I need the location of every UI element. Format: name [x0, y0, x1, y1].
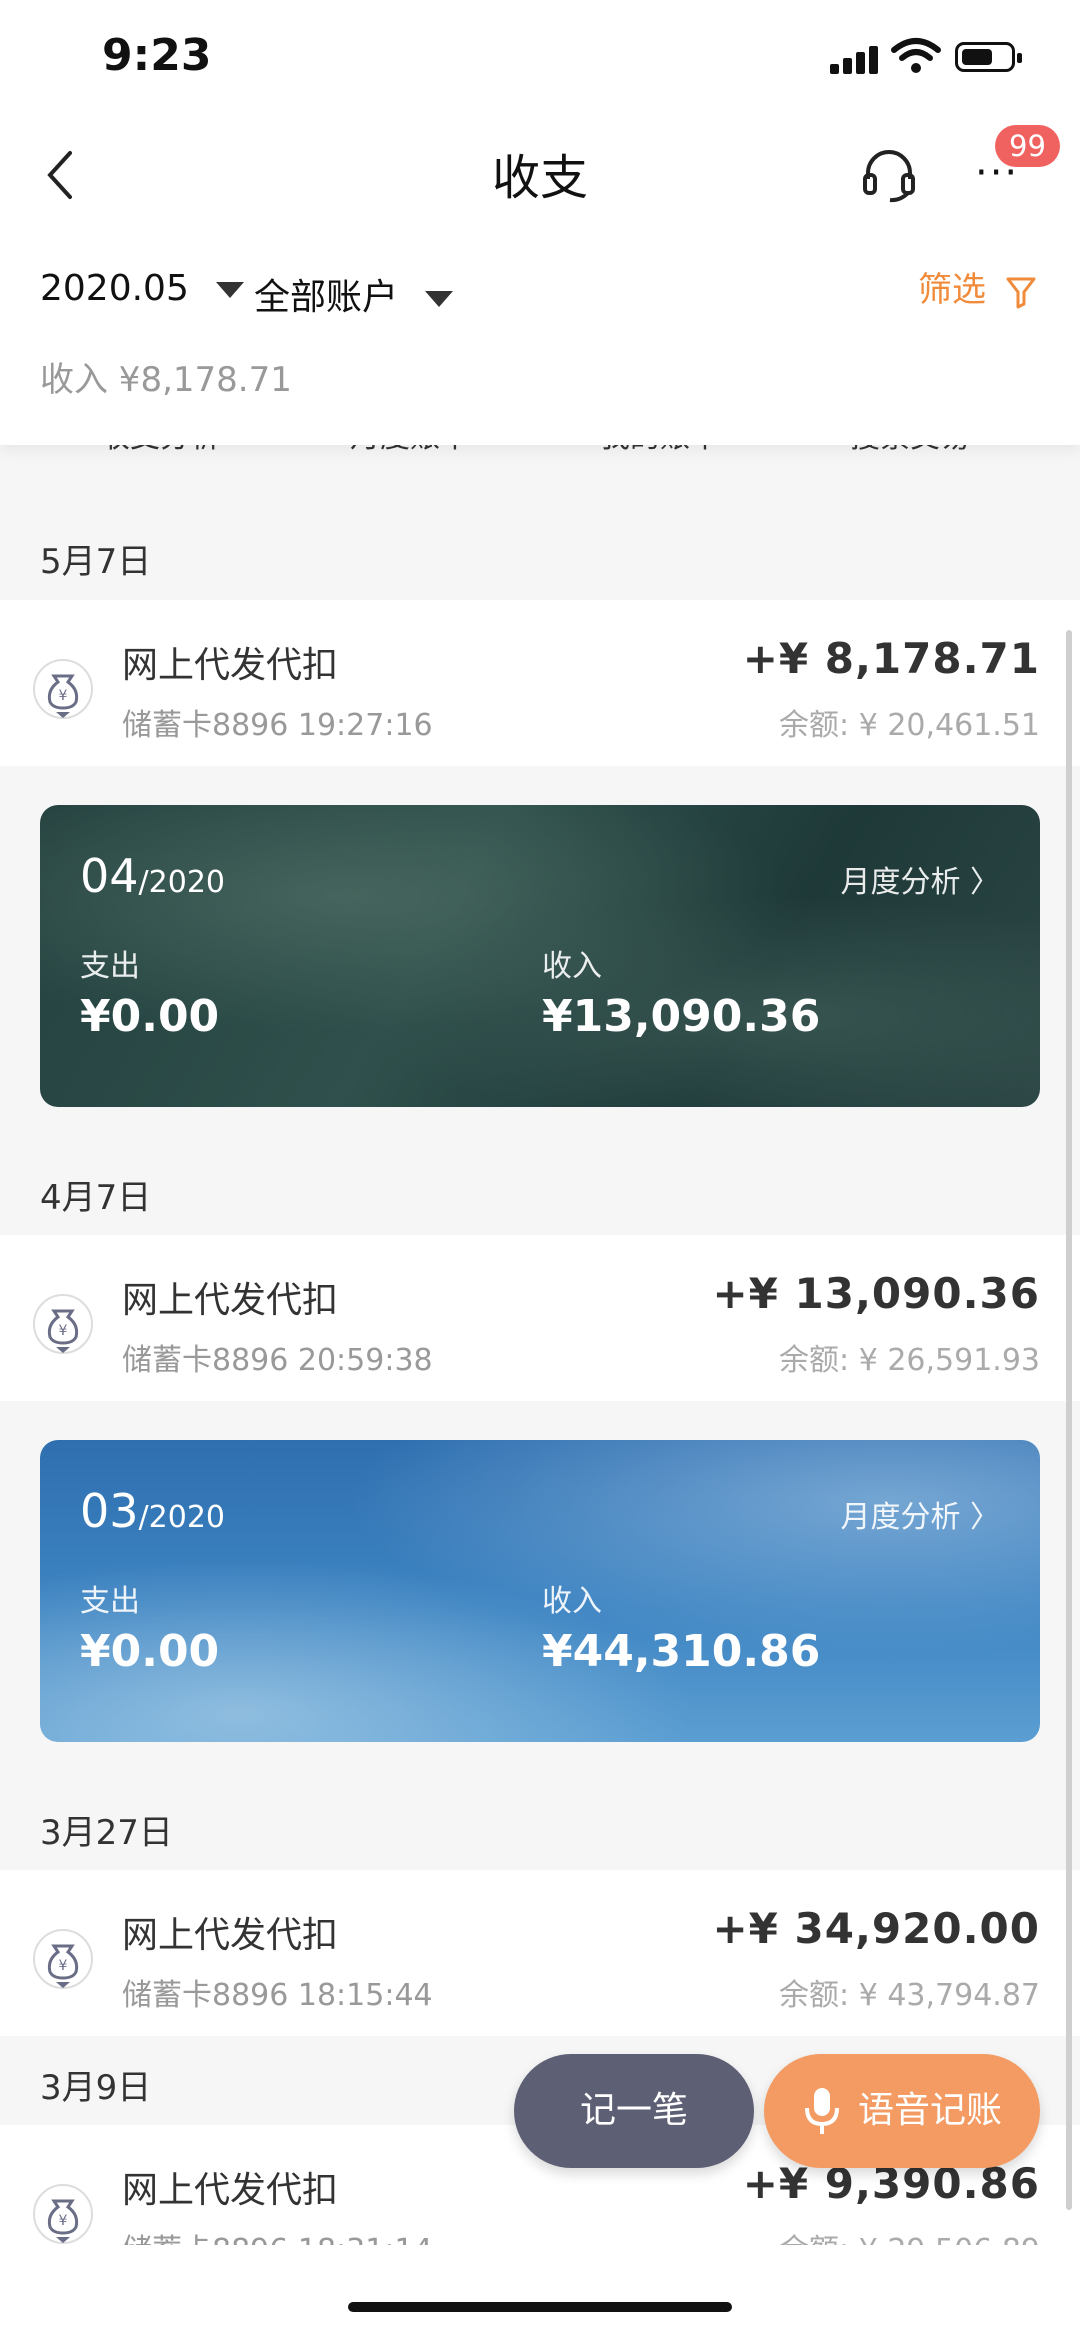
transaction-balance: 余额: ¥ 43,794.87 [779, 1978, 1040, 2013]
date-header: 5月7日 [40, 542, 152, 582]
page-title: 收支 [491, 150, 588, 206]
month-card-april[interactable]: 04/2020 月度分析 〉 支出 ¥0.00 收入 ¥13,090.36 [40, 805, 1040, 1107]
chevron-right-icon: 〉 [970, 865, 1000, 900]
income-value: ¥44,310.86 [542, 1626, 821, 1677]
transaction-row[interactable]: ¥ 网上代发代扣 储蓄卡8896 19:27:16 +¥ 8,178.71 余额… [0, 600, 1080, 766]
income-label: 收入 [542, 949, 602, 984]
money-bag-icon: ¥ [33, 1929, 93, 1989]
top-header: 9:23 收支 ··· 99 2020.05 全部账户 筛选 收入 ¥8,178… [0, 0, 1080, 445]
bottom-safe-area [0, 2245, 1080, 2337]
home-indicator [348, 2302, 732, 2312]
income-summary: 收入 ¥8,178.71 [40, 360, 292, 400]
transaction-amount: +¥ 13,090.36 [712, 1269, 1040, 1318]
date-header: 4月7日 [40, 1178, 152, 1218]
month-card-march[interactable]: 03/2020 月度分析 〉 支出 ¥0.00 收入 ¥44,310.86 [40, 1440, 1040, 1742]
battery-icon [955, 42, 1022, 72]
voice-record-button[interactable]: 语音记账 [764, 2054, 1040, 2168]
account-selector[interactable]: 全部账户 [254, 268, 454, 320]
dropdown-icon [216, 282, 245, 298]
transaction-amount: +¥ 34,920.00 [712, 1904, 1040, 1953]
signal-icon [830, 44, 880, 74]
expense-label: 支出 [80, 949, 140, 984]
transaction-meta: 储蓄卡8896 20:59:38 [122, 1343, 433, 1378]
account-label: 全部账户 [254, 277, 399, 318]
date-header: 3月27日 [40, 1813, 173, 1853]
money-bag-icon: ¥ [33, 2184, 93, 2244]
card-month: 03/2020 [80, 1484, 226, 1538]
monthly-analysis-link[interactable]: 月度分析 〉 [840, 857, 1000, 901]
transaction-name: 网上代发代扣 [122, 2170, 339, 2211]
transaction-meta: 储蓄卡8896 19:27:16 [122, 708, 433, 743]
wifi-icon [891, 38, 941, 73]
transaction-row[interactable]: ¥ 网上代发代扣 储蓄卡8896 18:15:44 +¥ 34,920.00 余… [0, 1870, 1080, 2036]
filter-icon [1006, 277, 1036, 308]
transaction-meta: 储蓄卡8896 18:15:44 [122, 1978, 433, 2013]
filter-label: 筛选 [918, 270, 986, 310]
income-label: 收入 [542, 1584, 602, 1619]
income-value: ¥13,090.36 [542, 991, 821, 1042]
svg-text:¥: ¥ [59, 688, 68, 704]
dropdown-icon [425, 291, 454, 307]
transaction-balance: 余额: ¥ 26,591.93 [779, 1343, 1040, 1378]
svg-text:¥: ¥ [59, 1323, 68, 1339]
headset-icon[interactable] [860, 145, 918, 203]
money-bag-icon: ¥ [33, 1294, 93, 1354]
transaction-name: 网上代发代扣 [122, 1280, 339, 1321]
svg-text:¥: ¥ [59, 2213, 68, 2229]
transaction-row[interactable]: ¥ 网上代发代扣 储蓄卡8896 20:59:38 +¥ 13,090.36 余… [0, 1235, 1080, 1401]
notification-badge: 99 [995, 125, 1060, 167]
date-header: 3月9日 [40, 2068, 152, 2108]
month-label: 2020.05 [40, 268, 189, 309]
transaction-name: 网上代发代扣 [122, 645, 339, 686]
card-month: 04/2020 [80, 849, 226, 903]
expense-label: 支出 [80, 1584, 140, 1619]
monthly-analysis-link[interactable]: 月度分析 〉 [840, 1492, 1000, 1536]
status-time: 9:23 [102, 30, 212, 81]
transaction-amount: +¥ 8,178.71 [742, 634, 1040, 683]
transaction-name: 网上代发代扣 [122, 1915, 339, 1956]
svg-text:¥: ¥ [59, 1958, 68, 1974]
mic-icon [805, 2088, 839, 2134]
transaction-balance: 余额: ¥ 20,461.51 [779, 708, 1040, 743]
voice-record-label: 语音记账 [858, 2090, 1003, 2131]
month-selector[interactable]: 2020.05 [40, 268, 245, 309]
filter-button[interactable]: 筛选 [918, 262, 1037, 311]
chevron-right-icon: 〉 [970, 1500, 1000, 1535]
expense-value: ¥0.00 [80, 1626, 220, 1677]
expense-value: ¥0.00 [80, 991, 220, 1042]
add-record-button[interactable]: 记一笔 [514, 2054, 754, 2168]
money-bag-icon: ¥ [33, 659, 93, 719]
scrollbar[interactable] [1066, 630, 1072, 2210]
